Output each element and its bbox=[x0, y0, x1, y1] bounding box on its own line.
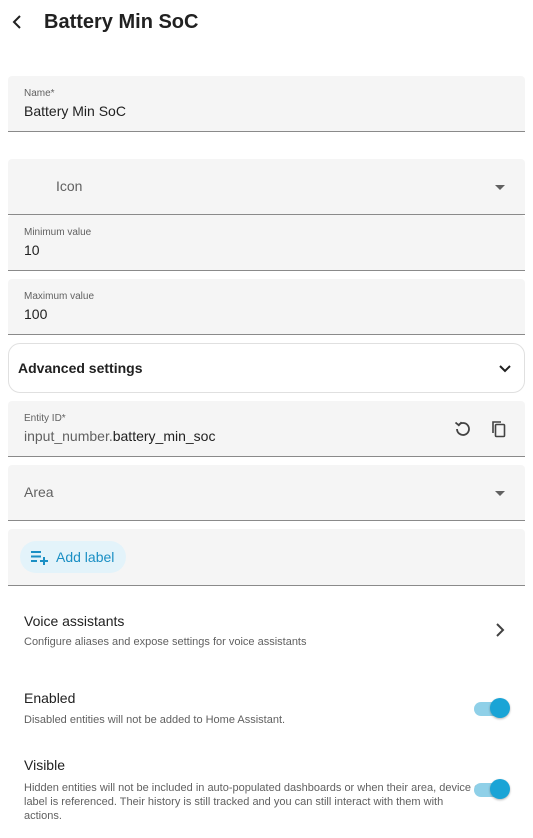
minimum-value-label: Minimum value bbox=[24, 227, 92, 238]
area-picker[interactable]: Area bbox=[8, 465, 525, 521]
entity-id-value: input_number.battery_min_soc bbox=[24, 428, 215, 444]
label-add-icon bbox=[31, 551, 48, 565]
entity-id-label: Entity ID* bbox=[24, 413, 66, 424]
page-title: Battery Min SoC bbox=[44, 11, 199, 33]
icon-picker[interactable]: Icon bbox=[8, 159, 525, 215]
icon-picker-placeholder: Icon bbox=[56, 178, 83, 194]
chevron-down-icon bbox=[495, 491, 505, 496]
enabled-description: Disabled entities will not be added to H… bbox=[24, 714, 286, 726]
chevron-right-icon bbox=[496, 623, 505, 637]
visible-description: Hidden entities will not be included in … bbox=[24, 782, 484, 822]
copy-entity-id-button[interactable] bbox=[487, 417, 511, 441]
arrow-left-icon bbox=[12, 15, 21, 29]
maximum-value-field[interactable]: Maximum value 100 bbox=[8, 279, 525, 335]
maximum-value-label: Maximum value bbox=[24, 291, 95, 302]
advanced-settings-expander[interactable]: Advanced settings bbox=[8, 343, 525, 393]
maximum-value-value: 100 bbox=[24, 306, 48, 322]
restore-entity-id-button[interactable] bbox=[451, 417, 475, 441]
enabled-toggle[interactable] bbox=[474, 697, 510, 719]
entity-id-domain: input_number. bbox=[24, 428, 113, 444]
entity-id-field[interactable]: Entity ID* input_number.battery_min_soc bbox=[8, 401, 525, 457]
advanced-settings-label: Advanced settings bbox=[18, 360, 143, 376]
top-bar: Battery Min SoC bbox=[0, 0, 533, 44]
back-button[interactable] bbox=[6, 10, 28, 34]
minimum-value-value: 10 bbox=[24, 242, 40, 258]
add-label-text: Add label bbox=[56, 549, 115, 565]
chevron-down-icon bbox=[499, 365, 511, 373]
entity-id-object: battery_min_soc bbox=[112, 428, 216, 444]
name-field-label: Name* bbox=[24, 88, 55, 99]
name-field[interactable]: Name* Battery Min SoC bbox=[8, 76, 525, 132]
add-label-button[interactable]: Add label bbox=[20, 541, 127, 573]
restore-icon bbox=[454, 421, 470, 436]
enabled-toggle-knob bbox=[490, 698, 510, 718]
name-field-value: Battery Min SoC bbox=[24, 103, 126, 119]
visible-title: Visible bbox=[24, 757, 65, 773]
copy-icon bbox=[492, 421, 506, 438]
visible-toggle[interactable] bbox=[474, 778, 510, 800]
voice-assistants-title: Voice assistants bbox=[24, 613, 125, 629]
visible-toggle-knob bbox=[490, 779, 510, 799]
minimum-value-field[interactable]: Minimum value 10 bbox=[8, 215, 525, 271]
enabled-title: Enabled bbox=[24, 690, 76, 706]
chevron-down-icon bbox=[495, 185, 505, 190]
voice-assistants-description: Configure aliases and expose settings fo… bbox=[24, 636, 307, 648]
area-picker-placeholder: Area bbox=[24, 484, 54, 500]
